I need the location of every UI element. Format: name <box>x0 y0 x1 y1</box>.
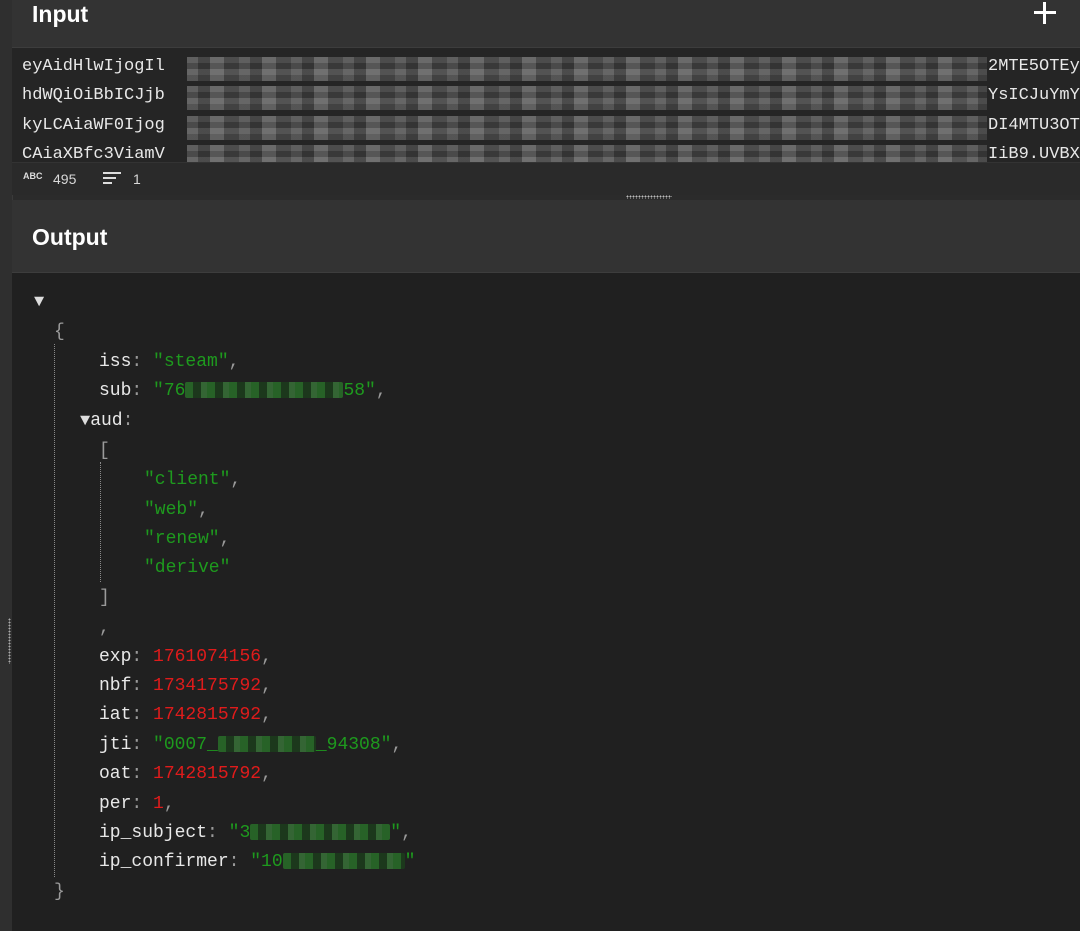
redacted-region <box>187 116 987 140</box>
redacted-region <box>187 86 987 110</box>
indent-guide <box>100 462 101 582</box>
panel-resize-handle[interactable] <box>626 195 672 199</box>
json-field-iat: iat: 1742815792, <box>99 705 272 725</box>
input-line-start: CAiaXBfc3ViamV <box>22 145 165 162</box>
json-field-ip-confirmer: ip_confirmer: "10 " <box>99 852 416 872</box>
json-number-value: 1734175792 <box>153 676 262 696</box>
close-bracket: ] <box>99 588 110 608</box>
json-key: aud <box>90 411 123 431</box>
json-number-value: 1761074156 <box>153 647 262 667</box>
plus-icon[interactable] <box>1032 0 1060 26</box>
json-key: sub <box>99 381 132 401</box>
input-line: kyLCAiaWF0Ijog DI4MTU3OT <box>22 116 1080 140</box>
redacted-value <box>217 736 316 753</box>
json-tree-view: ▼ { iss: "steam", sub: "76 58", ▼aud: [ "… <box>12 273 1080 931</box>
json-string-value-end: 58" <box>343 381 376 401</box>
open-bracket: [ <box>99 441 110 461</box>
json-field-oat: oat: 1742815792, <box>99 764 272 784</box>
output-header: Output <box>12 200 1080 273</box>
json-string-value: "steam" <box>153 352 229 372</box>
output-title: Output <box>32 224 108 250</box>
open-brace: { <box>54 322 65 342</box>
input-title: Input <box>32 1 89 27</box>
trailing-comma: , <box>99 618 110 638</box>
abc-icon: ABC <box>23 171 43 181</box>
root-toggle[interactable]: ▼ <box>34 290 44 314</box>
json-field-aud: ▼aud: <box>80 411 134 431</box>
json-field-exp: exp: 1761074156, <box>99 647 272 667</box>
json-field-ip-subject: ip_subject: "3 ", <box>99 823 412 843</box>
line-count: 1 <box>133 171 141 187</box>
redacted-region <box>187 57 987 81</box>
vertical-resize-handle[interactable] <box>8 618 11 664</box>
char-count: 495 <box>53 171 77 187</box>
array-item: "derive" <box>144 558 231 578</box>
input-line: hdWQiOiBbICJjb YsICJuYmY <box>22 86 1080 110</box>
close-brace: } <box>54 882 65 902</box>
input-line-start: hdWQiOiBbICJjb <box>22 86 165 105</box>
indent-guide <box>54 344 55 877</box>
input-line-end: DI4MTU3OT <box>988 116 1080 135</box>
input-line: CAiaXBfc3ViamV IiB9.UVBX <box>22 145 1080 162</box>
redacted-value <box>282 853 405 870</box>
input-status-bar: ABC 495 1 <box>12 162 1080 195</box>
lines-icon <box>103 172 121 184</box>
json-field-per: per: 1, <box>99 794 175 814</box>
json-key: iss <box>99 352 132 372</box>
collapse-toggle-icon[interactable]: ▼ <box>80 412 90 431</box>
collapse-toggle-icon[interactable]: ▼ <box>34 293 44 312</box>
json-field-nbf: nbf: 1734175792, <box>99 676 272 696</box>
input-header: Input <box>12 0 1080 48</box>
redacted-region <box>187 145 987 162</box>
array-item: "renew", <box>144 529 231 549</box>
json-field-jti: jti: "0007_ _94308", <box>99 735 403 755</box>
redacted-value <box>250 824 391 841</box>
json-field-iss: iss: "steam", <box>99 352 240 372</box>
json-number-value: 1742815792 <box>153 705 262 725</box>
input-line-start: kyLCAiaWF0Ijog <box>22 116 165 135</box>
input-line-end: 2MTE5OTEy <box>988 57 1080 76</box>
array-item: "client", <box>144 470 242 490</box>
output-panel: Output ▼ { iss: "steam", sub: "76 58", ▼a… <box>12 200 1080 931</box>
json-number-value: 1742815792 <box>153 764 262 784</box>
json-field-sub: sub: "76 58", <box>99 381 387 401</box>
input-line-end: IiB9.UVBX <box>988 145 1080 162</box>
input-line-end: YsICJuYmY <box>988 86 1080 105</box>
redacted-value <box>185 382 344 399</box>
input-textarea[interactable]: eyAidHlwIjogIl 2MTE5OTEy hdWQiOiBbICJjb … <box>12 48 1080 162</box>
input-panel: Input eyAidHlwIjogIl 2MTE5OTEy hdWQiOiBb… <box>12 0 1080 195</box>
input-line-start: eyAidHlwIjogIl <box>22 57 165 76</box>
json-number-value: 1 <box>153 794 164 814</box>
json-string-value-start: "76 <box>153 381 186 401</box>
array-item: "web", <box>144 500 209 520</box>
input-line: eyAidHlwIjogIl 2MTE5OTEy <box>22 57 1080 81</box>
